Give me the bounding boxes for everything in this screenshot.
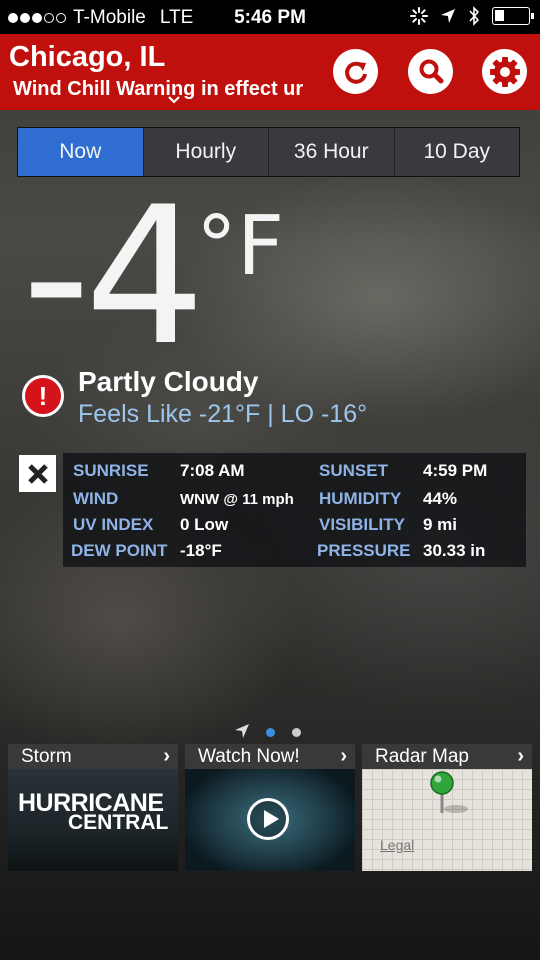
chevron-right-icon: › (163, 745, 170, 767)
watch-now-card[interactable]: Watch Now! › (185, 744, 355, 871)
detail-row: DEW POINT -18°F PRESSURE 30.33 in (63, 541, 526, 566)
search-button[interactable] (408, 49, 453, 94)
storm-card[interactable]: HURRICANE CENTRAL Storm › (8, 744, 178, 871)
detail-label: VISIBILITY (319, 515, 405, 534)
detail-label: WIND (73, 489, 119, 508)
chevron-right-icon: › (340, 745, 347, 767)
location-title[interactable]: Chicago, IL (9, 41, 165, 74)
settings-button[interactable] (482, 49, 527, 94)
detail-value: 9 mi (423, 515, 458, 534)
status-bar: T-Mobile LTE 5:46 PM (0, 0, 540, 34)
app-header: Chicago, IL Wind Chill Warning in effect… (0, 34, 540, 110)
location-arrow-icon (235, 724, 249, 738)
detail-value: 7:08 AM (180, 461, 245, 480)
gear-icon (489, 56, 520, 87)
radar-map-card[interactable]: Legal Radar Map › (362, 744, 532, 871)
radar-map-thumbnail: Legal (362, 769, 532, 871)
detail-value: 44% (423, 489, 458, 508)
detail-value: 4:59 PM (423, 461, 488, 480)
legal-link[interactable]: Legal (380, 837, 414, 853)
refresh-icon (344, 61, 367, 84)
card-header: Storm › (8, 744, 178, 769)
activity-spinner-icon (410, 7, 428, 25)
detail-value: -18°F (180, 541, 222, 560)
video-thumbnail (185, 769, 355, 871)
map-pin-icon (430, 771, 468, 813)
chevron-down-icon[interactable] (167, 95, 181, 105)
bluetooth-icon (469, 6, 480, 26)
feels-like-text: Feels Like -21°F | LO -16° (78, 400, 368, 428)
close-details-button[interactable] (19, 455, 56, 492)
detail-label: HUMIDITY (319, 489, 402, 508)
condition-text: Partly Cloudy (78, 366, 259, 397)
card-header: Watch Now! › (185, 744, 355, 769)
detail-label: SUNSET (319, 461, 388, 480)
detail-label: DEW POINT (71, 541, 168, 560)
play-icon[interactable] (247, 798, 289, 840)
page-dot (292, 728, 301, 737)
page-indicator[interactable] (232, 722, 308, 742)
card-header: Radar Map › (362, 744, 532, 769)
alert-icon[interactable]: ! (22, 375, 64, 417)
location-arrow-icon (441, 9, 455, 23)
detail-value: 30.33 in (423, 541, 486, 560)
chevron-right-icon: › (517, 745, 524, 767)
search-icon (419, 59, 443, 83)
card-title: Storm (21, 746, 72, 767)
detail-row: SUNRISE 7:08 AM SUNSET 4:59 PM (63, 461, 526, 486)
card-title: Watch Now! (198, 746, 300, 767)
detail-row: UV INDEX 0 Low VISIBILITY 9 mi (63, 515, 526, 540)
page-dot-active (266, 728, 275, 737)
detail-label: UV INDEX (73, 515, 154, 534)
close-icon (27, 463, 48, 484)
refresh-button[interactable] (333, 49, 378, 94)
detail-row: WIND WNW @ 11 mph HUMIDITY 44% (63, 489, 526, 514)
card-title: Radar Map (375, 746, 469, 767)
detail-label: SUNRISE (73, 461, 149, 480)
detail-value: WNW @ 11 mph (180, 491, 294, 508)
current-temperature: -4 (22, 166, 205, 387)
detail-value: 0 Low (180, 515, 229, 534)
tab-10-day[interactable]: 10 Day (394, 128, 519, 176)
battery-icon (492, 7, 534, 25)
temperature-unit: °F (196, 199, 285, 294)
detail-label: PRESSURE (317, 541, 411, 560)
storm-thumbnail: HURRICANE CENTRAL (8, 769, 178, 871)
weather-details-panel: SUNRISE 7:08 AM SUNSET 4:59 PM WIND WNW … (63, 453, 526, 567)
tab-36-hour[interactable]: 36 Hour (269, 128, 395, 176)
storm-title-line2: CENTRAL (68, 811, 169, 834)
